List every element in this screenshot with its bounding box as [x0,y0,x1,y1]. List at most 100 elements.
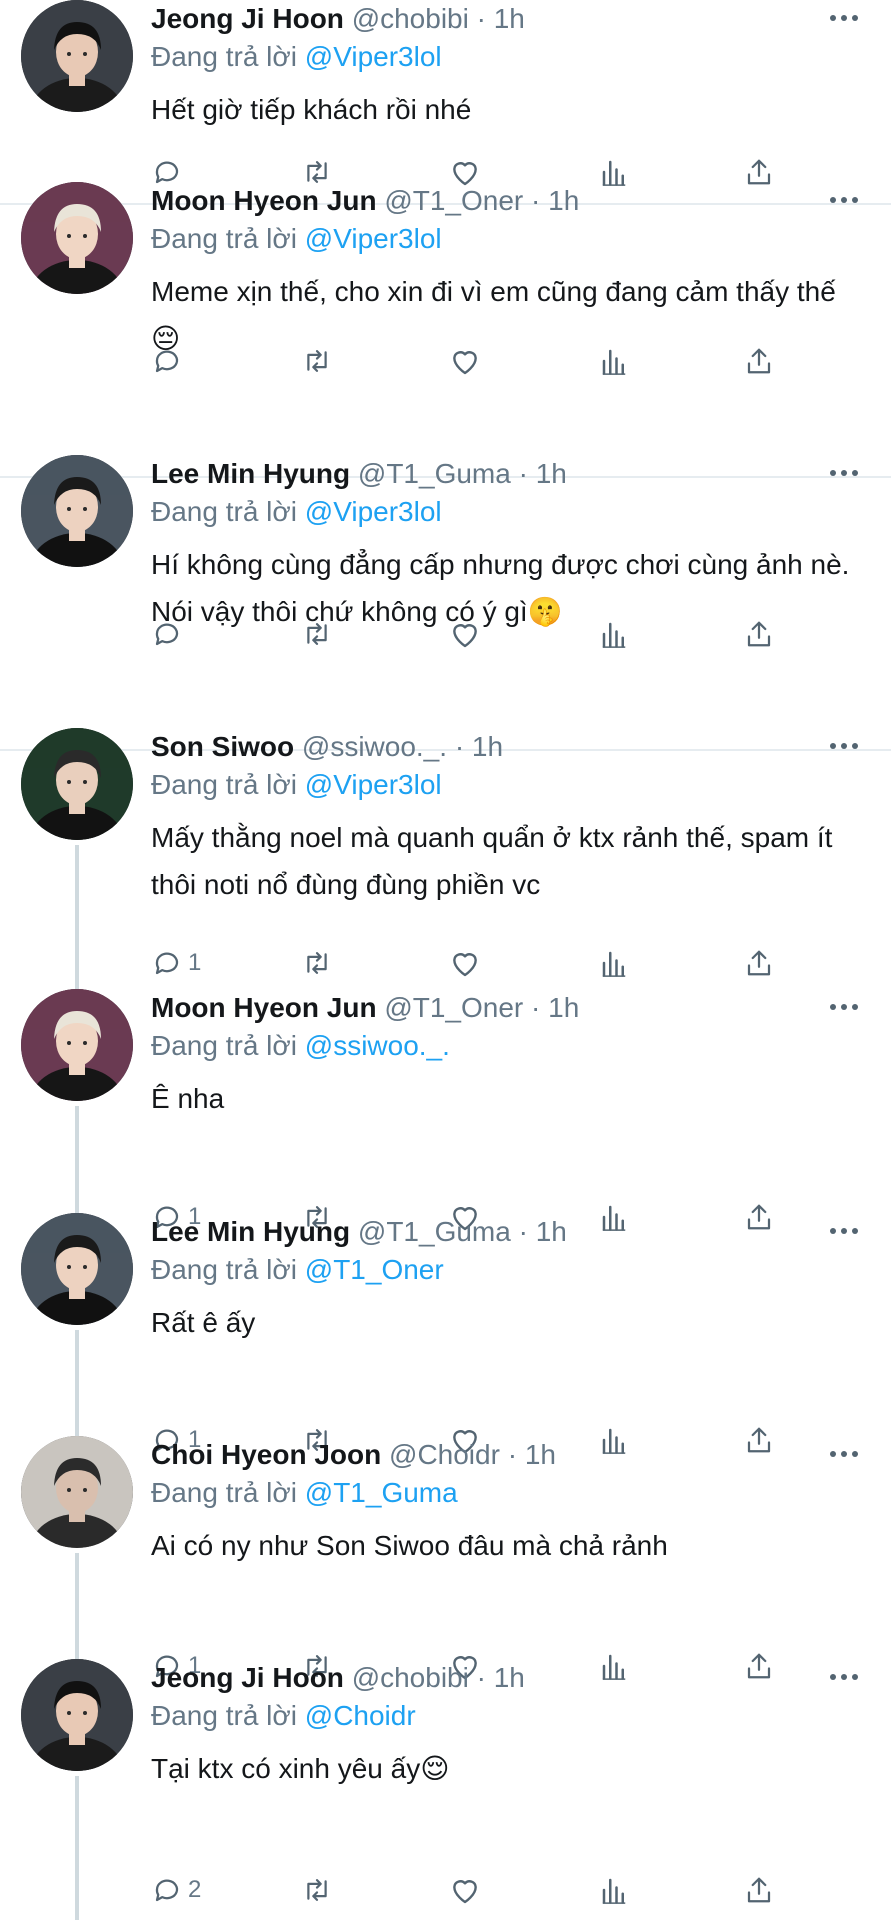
reply-icon [152,948,182,978]
avatar[interactable] [21,989,133,1101]
timestamp[interactable]: 1h [494,1662,525,1693]
avatar[interactable] [21,182,133,294]
replying-to-label: Đang trả lời [151,496,297,527]
more-icon[interactable] [829,1227,859,1237]
tweet[interactable]: Jeong Ji Hoon @chobibi · 1h Đang trả lời… [0,0,891,203]
more-icon[interactable] [829,469,859,479]
tweet-actions: 2 [0,1870,891,1910]
display-name[interactable]: Moon Hyeon Jun [151,185,377,216]
tweet-text: Mấy thằng noel mà quanh quẩn ở ktx rảnh … [151,822,833,900]
reply-button[interactable]: 2 [152,1870,201,1910]
avatar[interactable] [21,1436,133,1548]
like-icon [449,346,481,376]
display-name[interactable]: Choi Hyeon Joon [151,1439,381,1470]
more-icon[interactable] [829,14,859,24]
timestamp[interactable]: 1h [536,458,567,489]
timestamp[interactable]: 1h [525,1439,556,1470]
stats-button[interactable] [600,1870,628,1910]
display-name[interactable]: Jeong Ji Hoon [151,3,344,34]
tweet[interactable]: Lee Min Hyung @T1_Guma · 1h Đang trả lời… [0,455,891,749]
replying-to-label: Đang trả lời [151,1477,297,1508]
tweet[interactable]: Son Siwoo @ssiwoo._. · 1h Đang trả lời @… [0,728,891,989]
display-name[interactable]: Moon Hyeon Jun [151,992,377,1023]
replying-to-label: Đang trả lời [151,41,297,72]
replying-to-label: Đang trả lời [151,223,297,254]
like-button[interactable] [449,1870,481,1910]
like-button[interactable] [449,341,481,381]
replying-to: Đang trả lời @ssiwoo._. [151,1028,450,1064]
timestamp[interactable]: 1h [494,3,525,34]
stats-button[interactable] [600,614,628,654]
more-icon[interactable] [829,1450,859,1460]
display-name[interactable]: Jeong Ji Hoon [151,1662,344,1693]
share-button[interactable] [745,1870,773,1910]
mention-link[interactable]: @Viper3lol [305,223,442,254]
reply-button[interactable] [152,614,188,654]
user-handle[interactable]: @chobibi [352,1662,469,1693]
tweet-actions [0,341,891,381]
display-name[interactable]: Son Siwoo [151,731,294,762]
retweet-button[interactable] [301,1870,333,1910]
tweet-text: Ê nha [151,1083,225,1114]
tweet[interactable]: Choi Hyeon Joon @Choidr · 1h Đang trả lờ… [0,1436,891,1680]
display-name[interactable]: Lee Min Hyung [151,1216,350,1247]
like-button[interactable] [449,943,481,983]
stats-button[interactable] [600,943,628,983]
tweet-header: Moon Hyeon Jun @T1_Oner · 1h [151,182,579,220]
share-button[interactable] [745,341,773,381]
mention-link[interactable]: @T1_Guma [305,1477,458,1508]
replying-to: Đang trả lời @Viper3lol [151,221,442,257]
avatar[interactable] [21,1659,133,1771]
avatar[interactable] [21,1213,133,1325]
tweet[interactable]: Moon Hyeon Jun @T1_Oner · 1h Đang trả lờ… [0,182,891,476]
share-button[interactable] [745,614,773,654]
tweet-header: Lee Min Hyung @T1_Guma · 1h [151,455,567,493]
share-button[interactable] [745,943,773,983]
tweet-header: Jeong Ji Hoon @chobibi · 1h [151,1659,525,1697]
retweet-icon [301,346,333,376]
tweet-actions: 1 [0,943,891,983]
reply-count: 2 [188,1876,202,1903]
avatar[interactable] [21,728,133,840]
avatar[interactable] [21,0,133,112]
mention-link[interactable]: @Viper3lol [305,496,442,527]
timestamp[interactable]: 1h [548,992,579,1023]
retweet-button[interactable] [301,341,333,381]
display-name[interactable]: Lee Min Hyung [151,458,350,489]
user-handle[interactable]: @chobibi [352,3,469,34]
mention-link[interactable]: @Choidr [305,1700,416,1731]
replying-to: Đang trả lời @Viper3lol [151,39,442,75]
retweet-button[interactable] [301,943,333,983]
user-handle[interactable]: @Choidr [389,1439,500,1470]
retweet-icon [301,1875,333,1905]
retweet-button[interactable] [301,614,333,654]
avatar[interactable] [21,455,133,567]
timestamp[interactable]: 1h [536,1216,567,1247]
like-icon [449,1875,481,1905]
timestamp[interactable]: 1h [472,731,503,762]
mention-link[interactable]: @ssiwoo._. [305,1030,450,1061]
separator-dot: · [531,185,541,216]
user-handle[interactable]: @T1_Guma [358,458,511,489]
user-handle[interactable]: @T1_Oner [384,992,523,1023]
reply-button[interactable]: 1 [152,943,201,983]
user-handle[interactable]: @T1_Guma [358,1216,511,1247]
timestamp[interactable]: 1h [548,185,579,216]
tweet-text: Rất ê ấy [151,1307,256,1338]
tweet[interactable]: Jeong Ji Hoon @chobibi · 1h Đang trả lời… [0,1659,891,1920]
more-icon[interactable] [829,196,859,206]
user-handle[interactable]: @T1_Oner [384,185,523,216]
more-icon[interactable] [829,742,859,752]
stats-button[interactable] [600,341,628,381]
reply-button[interactable] [152,341,188,381]
tweet[interactable]: Lee Min Hyung @T1_Guma · 1h Đang trả lời… [0,1213,891,1454]
tweet[interactable]: Moon Hyeon Jun @T1_Oner · 1h Đang trả lờ… [0,989,891,1231]
more-icon[interactable] [829,1673,859,1683]
like-button[interactable] [449,614,481,654]
separator-dot: · [454,731,465,762]
more-icon[interactable] [829,1003,859,1013]
mention-link[interactable]: @Viper3lol [305,769,442,800]
mention-link[interactable]: @T1_Oner [305,1254,444,1285]
mention-link[interactable]: @Viper3lol [305,41,442,72]
user-handle[interactable]: @ssiwoo._. [302,731,447,762]
